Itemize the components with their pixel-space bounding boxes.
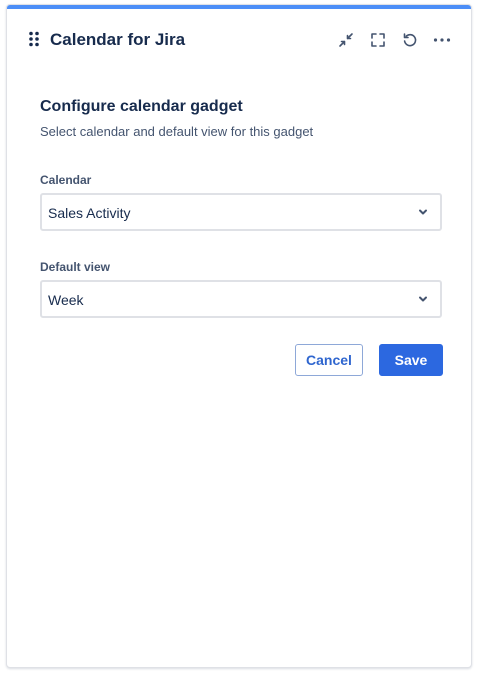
calendar-select-value: Sales Activity: [48, 205, 131, 221]
calendar-gadget: Calendar for Jira Configure calendar gad…: [6, 4, 472, 668]
fullscreen-icon[interactable]: [367, 29, 389, 51]
form-title: Configure calendar gadget: [40, 98, 243, 115]
form-subtitle: Select calendar and default view for thi…: [40, 124, 314, 139]
cancel-button[interactable]: Cancel: [295, 344, 363, 376]
drag-handle-icon[interactable]: [28, 31, 40, 47]
chevron-down-icon: [419, 209, 427, 215]
gadget-header: Calendar for Jira: [7, 9, 471, 65]
refresh-icon[interactable]: [399, 29, 421, 51]
configure-form: Configure calendar gadget Select calenda…: [40, 97, 443, 376]
chevron-down-icon: [419, 296, 427, 302]
calendar-label: Calendar: [40, 173, 92, 187]
gadget-title: Calendar for Jira: [50, 30, 186, 49]
calendar-select[interactable]: Sales Activity: [40, 193, 442, 231]
default-view-select[interactable]: Week: [40, 280, 442, 318]
save-button[interactable]: Save: [379, 344, 443, 376]
default-view-label: Default view: [40, 260, 111, 274]
more-icon[interactable]: [431, 29, 453, 51]
default-view-select-value: Week: [48, 292, 84, 308]
minimize-icon[interactable]: [335, 29, 357, 51]
